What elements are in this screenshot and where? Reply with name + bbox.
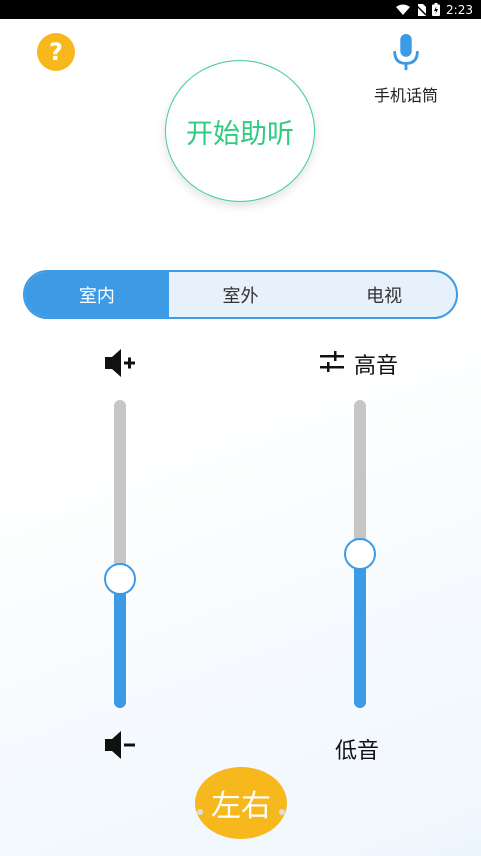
equalizer-icon bbox=[320, 351, 344, 372]
volume-slider-fill bbox=[114, 578, 126, 708]
tab-tv-label: 电视 bbox=[366, 285, 403, 307]
microphone-icon bbox=[393, 34, 419, 71]
start-hearing-label: 开始助听 bbox=[186, 118, 294, 150]
volume-down-icon bbox=[105, 731, 135, 759]
start-hearing-button[interactable]: 开始助听 bbox=[165, 60, 315, 202]
help-icon[interactable]: ? bbox=[37, 33, 75, 71]
status-time: 2:23 bbox=[446, 2, 473, 17]
phone-mic-button[interactable]: 手机话筒 bbox=[364, 34, 448, 106]
battery-icon bbox=[432, 3, 441, 16]
tone-slider-thumb[interactable] bbox=[344, 538, 376, 570]
volume-slider-thumb[interactable] bbox=[104, 562, 136, 595]
left-right-label: 左右 bbox=[211, 789, 271, 824]
volume-up-icon bbox=[105, 349, 135, 377]
treble-label: 高音 bbox=[354, 354, 399, 379]
tab-indoor-label: 室内 bbox=[78, 285, 115, 307]
left-dot bbox=[197, 809, 203, 815]
wifi-icon bbox=[396, 4, 411, 15]
left-right-channel-button[interactable]: 左右 bbox=[195, 767, 287, 839]
mode-tabs: 室内 室外 电视 bbox=[23, 270, 458, 319]
volume-slider[interactable] bbox=[114, 400, 126, 708]
right-dot bbox=[279, 809, 285, 815]
help-glyph: ? bbox=[49, 38, 63, 66]
tab-outdoor[interactable]: 室外 bbox=[169, 272, 313, 317]
tab-outdoor-label: 室外 bbox=[222, 285, 259, 307]
status-bar: 2:23 bbox=[0, 0, 481, 19]
bass-label: 低音 bbox=[335, 739, 380, 764]
tab-indoor[interactable]: 室内 bbox=[25, 272, 169, 317]
tab-tv[interactable]: 电视 bbox=[312, 272, 456, 317]
no-sim-icon bbox=[416, 3, 427, 16]
tone-slider-fill bbox=[354, 554, 366, 708]
mic-label: 手机话筒 bbox=[373, 86, 438, 105]
